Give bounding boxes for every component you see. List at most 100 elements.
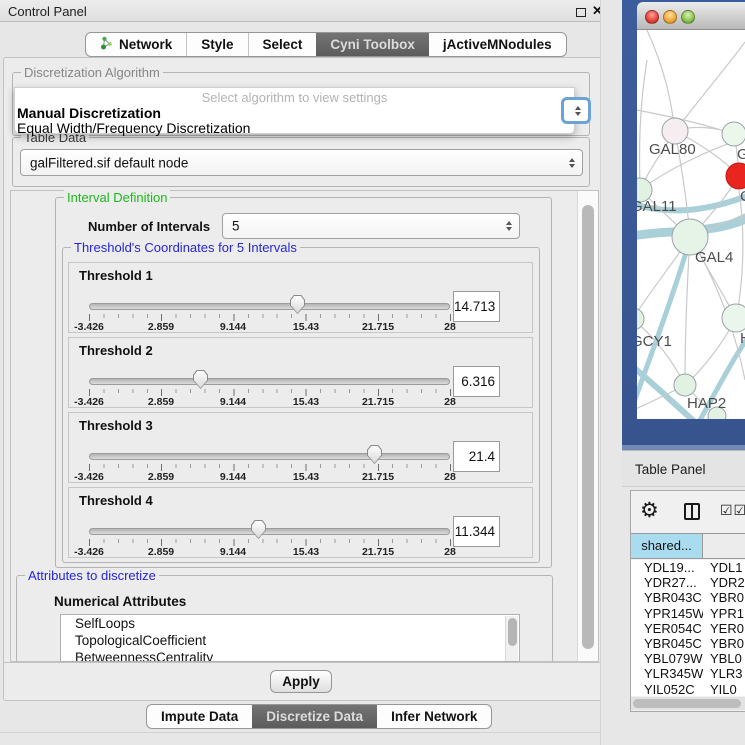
network-window-titlebar[interactable] — [637, 2, 745, 30]
table-row[interactable]: YDR27...YDR2 — [631, 575, 745, 590]
tab-discretize-data[interactable]: Discretize Data — [252, 705, 377, 728]
close-window-icon[interactable] — [645, 10, 659, 24]
slider-ticks-major — [89, 389, 451, 396]
network-graph: GAL80 G. C GAL11 GAL4 GCY1 H HAP2 — [637, 30, 745, 419]
table-row[interactable]: YPR145WYPR1 — [631, 606, 745, 621]
number-of-intervals-combobox[interactable]: 5 — [222, 213, 520, 239]
table-panel-title: Table Panel — [635, 462, 706, 477]
slider-ticks-major — [89, 464, 451, 471]
panel-title: Control Panel — [8, 4, 87, 19]
list-scrollbar[interactable] — [505, 616, 518, 662]
network-node[interactable] — [722, 304, 745, 332]
cyni-mode-tabs: Impute Data Discretize Data Infer Networ… — [146, 704, 492, 729]
table-panel: ⚙ ☑☑ shared... na YDL19...YDL1 YDR27...Y… — [630, 490, 745, 712]
table-row[interactable]: YDL19...YDL1 — [631, 560, 745, 575]
dropdown-option-equal-width[interactable]: Equal Width/Frequency Discretization — [17, 120, 250, 136]
table-data-combobox[interactable]: galFiltered.sif default node — [20, 149, 583, 176]
threshold-slider-thumb[interactable] — [290, 295, 305, 314]
table-row[interactable]: YBR043CYBR0 — [631, 590, 745, 605]
threshold-value-field[interactable]: 11.344 — [453, 516, 500, 547]
tab-impute-data[interactable]: Impute Data — [147, 705, 252, 728]
network-node[interactable] — [722, 122, 745, 146]
list-item[interactable]: SelfLoops — [61, 615, 519, 632]
control-panel-tabs: Network Style Select Cyni Toolbox jActiv… — [85, 32, 567, 57]
checkbox-icons[interactable]: ☑☑ — [720, 502, 745, 519]
threshold-value-field[interactable]: 14.713 — [453, 291, 500, 322]
group-title: Discretization Algorithm — [21, 65, 163, 80]
network-node-label: GCY1 — [637, 333, 672, 350]
table-body: YDL19...YDL1 YDR27...YDR2 YBR043CYBR0 YP… — [631, 560, 745, 696]
scrollbar-thumb[interactable] — [508, 618, 517, 646]
table-row[interactable]: YBR045CYBR0 — [631, 636, 745, 651]
table-toolbar: ⚙ ☑☑ — [631, 491, 745, 533]
threshold-slider-track[interactable] — [89, 303, 450, 310]
panel-scrollbar[interactable] — [577, 191, 598, 661]
threshold-3-row: Threshold 3 -3.426 2.859 9.144 15.43 21.… — [68, 412, 533, 483]
table-row[interactable]: YBL079WYBL0 — [631, 651, 745, 666]
network-node[interactable] — [674, 374, 696, 396]
control-panel-titlebar: Control Panel ✕ — [0, 0, 620, 22]
network-node-label: C — [740, 188, 745, 205]
tab-infer-network[interactable]: Infer Network — [377, 705, 491, 728]
combo-spinner-icon — [569, 158, 575, 168]
attributes-list: SelfLoops TopologicalCoefficient Between… — [60, 614, 520, 662]
threshold-slider-track[interactable] — [89, 453, 450, 460]
network-node-label: G. — [737, 146, 745, 163]
float-panel-icon[interactable] — [576, 8, 586, 17]
gear-icon[interactable]: ⚙ — [640, 498, 659, 523]
tab-network[interactable]: Network — [86, 33, 186, 56]
network-canvas[interactable]: GAL80 G. C GAL11 GAL4 GCY1 H HAP2 — [637, 30, 745, 419]
apply-button[interactable]: Apply — [270, 670, 332, 693]
slider-ticks-major — [89, 539, 451, 546]
tab-select[interactable]: Select — [248, 33, 317, 56]
dropdown-hint: Select algorithm to view settings — [15, 90, 574, 105]
network-node[interactable] — [637, 308, 644, 330]
list-item[interactable]: BetweennessCentrality — [61, 649, 519, 662]
threshold-4-row: Threshold 4 -3.426 2.859 9.144 15.43 21.… — [68, 487, 533, 558]
group-title: Threshold's Coordinates for 5 Intervals — [71, 240, 300, 255]
combo-spinner-icon — [575, 106, 581, 116]
combo-spinner-icon — [506, 221, 512, 231]
table-row[interactable]: YIL052CYIL0 — [631, 682, 745, 697]
table-row[interactable]: YLR345WYLR3 — [631, 666, 745, 681]
threshold-value-field[interactable]: 21.4 — [453, 441, 500, 472]
network-node-label: GAL11 — [637, 198, 677, 215]
scrollbar-thumb[interactable] — [633, 699, 741, 708]
column-header-name[interactable]: na — [703, 534, 745, 558]
tab-style[interactable]: Style — [186, 33, 247, 56]
table-header-row: shared... na — [631, 533, 745, 559]
group-title: Attributes to discretize — [25, 568, 159, 583]
scrollbar-thumb[interactable] — [582, 205, 594, 649]
threshold-value-field[interactable]: 6.316 — [453, 366, 500, 397]
network-node-label: GAL80 — [649, 141, 696, 158]
divider — [3, 662, 615, 663]
threshold-slider-track[interactable] — [89, 528, 450, 535]
table-horizontal-scrollbar[interactable] — [631, 697, 745, 710]
tab-cyni-toolbox[interactable]: Cyni Toolbox — [316, 33, 429, 56]
number-of-intervals-label: Number of Intervals — [88, 219, 210, 234]
dropdown-option-manual[interactable]: Manual Discretization — [17, 105, 161, 121]
split-view-icon[interactable] — [684, 503, 700, 520]
algorithm-dropdown-popup: Select algorithm to view settings Manual… — [14, 87, 575, 134]
table-row[interactable]: YER054CYER0 — [631, 621, 745, 636]
threshold-slider-thumb[interactable] — [251, 520, 266, 539]
panel-splitter[interactable] — [600, 0, 622, 745]
network-node-label: HAP2 — [687, 395, 726, 412]
panel-divider — [0, 732, 618, 733]
slider-ticks-major — [89, 314, 451, 321]
threshold-slider-thumb[interactable] — [367, 445, 382, 464]
tab-jactivemnodules[interactable]: jActiveMNodules — [429, 33, 566, 56]
column-header-shared-name[interactable]: shared... — [631, 534, 703, 558]
network-node-label: H — [740, 330, 745, 347]
zoom-window-icon[interactable] — [681, 10, 695, 24]
threshold-slider-thumb[interactable] — [193, 370, 208, 389]
threshold-slider-track[interactable] — [89, 378, 450, 385]
numerical-attributes-label: Numerical Attributes — [54, 594, 186, 609]
minimize-window-icon[interactable] — [663, 10, 677, 24]
table-panel-titlebar: Table Panel — [622, 450, 745, 487]
network-tab-icon — [100, 36, 113, 53]
threshold-2-row: Threshold 2 -3.426 2.859 9.144 15.43 21.… — [68, 337, 533, 408]
algorithm-combobox-focused[interactable] — [561, 97, 591, 124]
list-item[interactable]: TopologicalCoefficient — [61, 632, 519, 649]
group-title: Interval Definition — [64, 190, 170, 205]
